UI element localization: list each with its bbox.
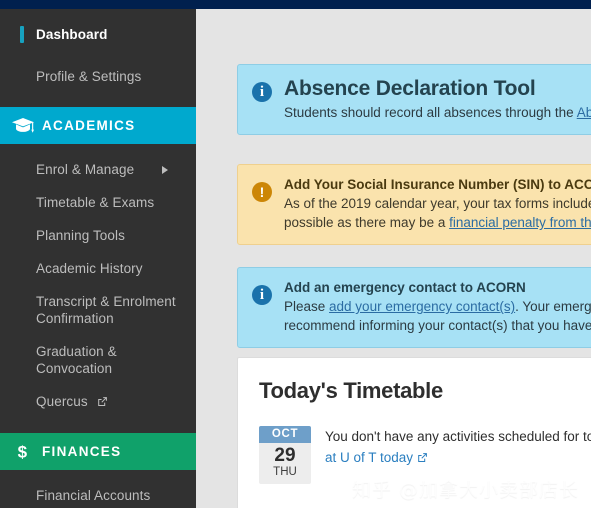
date-badge-weekday: THU: [273, 466, 297, 478]
main-content: i Absence Declaration Tool Students shou…: [196, 9, 591, 508]
section-label: ACADEMICS: [42, 117, 136, 133]
banner-title: Add an emergency contact to ACORN: [284, 280, 526, 295]
top-navigation-bar: [0, 0, 591, 9]
sidebar-item-graduation-convocation[interactable]: Graduation & Convocation: [0, 335, 196, 385]
exclamation-circle-icon: !: [252, 182, 272, 202]
add-emergency-contact-link[interactable]: add your emergency contact(s): [329, 299, 515, 314]
sidebar-item-label: Dashboard: [36, 27, 108, 42]
acorn-dashboard-page: Dashboard Profile & Settings ACADEMICS E…: [0, 0, 591, 508]
timetable-row: OCT 29 THU You don't have any activities…: [259, 426, 591, 484]
info-circle-icon: i: [252, 285, 272, 305]
banner-sin: ! Add Your Social Insurance Number (SIN)…: [237, 164, 591, 245]
sidebar-section-finances[interactable]: $ FINANCES: [0, 433, 196, 470]
sidebar-item-financial-accounts[interactable]: Financial Accounts: [0, 479, 196, 508]
chevron-right-icon: [162, 165, 168, 174]
sidebar-item-quercus[interactable]: Quercus: [0, 385, 196, 419]
page-title: Today's Timetable: [259, 378, 443, 403]
banner-text-line-1: As of the 2019 calendar year, your tax f…: [284, 196, 591, 211]
sidebar-item-profile-settings[interactable]: Profile & Settings: [0, 60, 196, 93]
section-label: FINANCES: [42, 443, 122, 459]
sidebar-item-dashboard[interactable]: Dashboard: [0, 18, 196, 51]
timetable-message: You don't have any activities scheduled …: [325, 426, 591, 469]
banner-body: Add an emergency contact to ACORN Please…: [284, 280, 591, 335]
sidebar-item-label: Transcript & Enrolment Confirmation: [36, 294, 176, 326]
graduation-cap-icon: [10, 117, 36, 134]
banner-text-segment: possible as there may be a: [284, 215, 450, 230]
banner-text-line-2: recommend informing your contact(s) that…: [284, 318, 591, 333]
todays-timetable-card: Today's Timetable OCT 29 THU You don't h…: [237, 357, 591, 508]
banner-text-line-2: possible as there may be a financial pen…: [284, 213, 591, 232]
banner-text-line-1: Please add your emergency contact(s). Yo…: [284, 297, 591, 316]
date-badge-day: 29: [274, 445, 296, 466]
active-indicator-bar: [20, 26, 24, 43]
sidebar-item-label: Graduation & Convocation: [36, 344, 117, 376]
sidebar-top-spacer: [0, 9, 196, 18]
sidebar-item-transcript-enrolment-confirmation[interactable]: Transcript & Enrolment Confirmation: [0, 285, 196, 335]
sidebar-item-label: Enrol & Manage: [36, 162, 135, 177]
sidebar-item-academic-history[interactable]: Academic History: [0, 252, 196, 285]
banner-title: Add Your Social Insurance Number (SIN) t…: [284, 177, 591, 192]
info-circle-icon: i: [252, 82, 272, 102]
banner-text-segment: Students should record all absences thro…: [284, 105, 577, 120]
timetable-message-line-1: You don't have any activities scheduled …: [325, 429, 591, 444]
date-badge: OCT 29 THU: [259, 426, 311, 484]
banner-body: Add Your Social Insurance Number (SIN) t…: [284, 177, 591, 232]
svg-text:$: $: [18, 443, 29, 462]
u-of-t-today-link[interactable]: at U of T today: [325, 450, 413, 465]
banner-title: Absence Declaration Tool: [284, 77, 536, 100]
dollar-sign-icon: $: [10, 442, 36, 462]
banner-text-segment: . Your emerge: [515, 299, 591, 314]
external-link-icon: [97, 394, 108, 411]
sidebar-item-label: Financial Accounts: [36, 488, 151, 503]
sidebar-item-timetable-exams[interactable]: Timetable & Exams: [0, 186, 196, 219]
sidebar-item-label: Timetable & Exams: [36, 195, 155, 210]
timetable-message-line-2: at U of T today: [325, 447, 591, 469]
sidebar-item-label: Quercus: [36, 394, 88, 409]
date-badge-month: OCT: [259, 426, 311, 443]
sidebar-item-enrol-manage[interactable]: Enrol & Manage: [0, 153, 196, 186]
banner-body: Absence Declaration Tool Students should…: [284, 77, 591, 122]
sidebar-item-planning-tools[interactable]: Planning Tools: [0, 219, 196, 252]
absence-declaration-link[interactable]: Abs: [577, 105, 591, 120]
sidebar-item-label: Academic History: [36, 261, 143, 276]
banner-text-segment: Please: [284, 299, 330, 314]
banner-text: Students should record all absences thro…: [284, 103, 591, 122]
banner-emergency-contact: i Add an emergency contact to ACORN Plea…: [237, 267, 591, 348]
sidebar: Dashboard Profile & Settings ACADEMICS E…: [0, 9, 196, 508]
sidebar-item-label: Profile & Settings: [36, 69, 142, 84]
external-link-icon: [417, 448, 428, 469]
sidebar-section-academics[interactable]: ACADEMICS: [0, 107, 196, 144]
financial-penalty-link[interactable]: financial penalty from the: [449, 215, 591, 230]
banner-absence-declaration: i Absence Declaration Tool Students shou…: [237, 64, 591, 135]
sidebar-item-label: Planning Tools: [36, 228, 125, 243]
